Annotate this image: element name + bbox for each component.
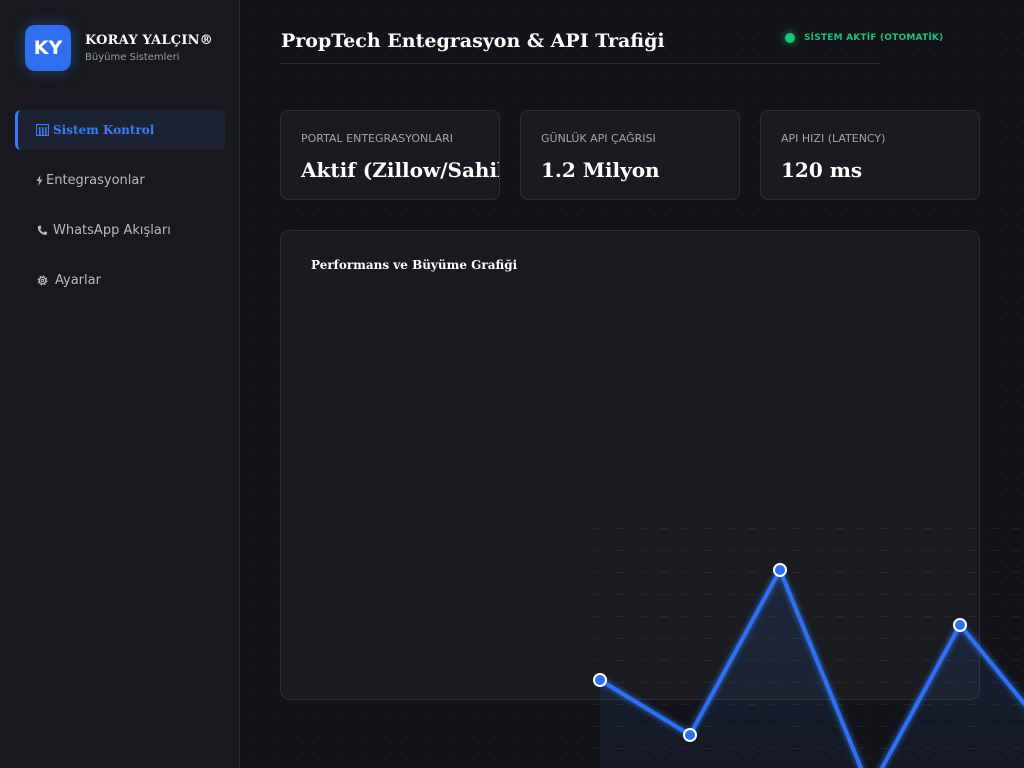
sidebar-item-entegrasyonlar[interactable]: Entegrasyonlar bbox=[15, 160, 225, 200]
sidebar-item-ayarlar[interactable]: Ayarlar bbox=[15, 260, 225, 300]
chart-data-point[interactable] bbox=[683, 728, 697, 742]
stat-value: 120 ms bbox=[781, 158, 863, 182]
system-status: SİSTEM AKTİF (OTOMATİK) bbox=[785, 33, 943, 43]
brand: KY KORAY YALÇIN® Büyüme Sistemleri bbox=[25, 25, 213, 71]
sidebar: KY KORAY YALÇIN® Büyüme Sistemleri Siste… bbox=[0, 0, 240, 768]
chart-title: Performans ve Büyüme Grafiği bbox=[311, 258, 518, 272]
sidebar-item-label: WhatsApp Akışları bbox=[53, 222, 171, 238]
header-divider bbox=[280, 63, 880, 64]
stat-label: GÜNLÜK API ÇAĞRISI bbox=[541, 132, 656, 145]
page-title: PropTech Entegrasyon & API Trafiği bbox=[281, 30, 665, 52]
stat-value: Aktif (Zillow/Sahibinden) bbox=[301, 158, 499, 182]
sidebar-item-sistem-kontrol[interactable]: Sistem Kontrol bbox=[15, 110, 225, 150]
status-text: SİSTEM AKTİF (OTOMATİK) bbox=[804, 33, 944, 43]
app-root: KY KORAY YALÇIN® Büyüme Sistemleri Siste… bbox=[0, 0, 1024, 768]
brand-subtitle: Büyüme Sistemleri bbox=[85, 52, 180, 63]
sidebar-item-whatsapp[interactable]: WhatsApp Akışları bbox=[15, 210, 225, 250]
stat-label: PORTAL ENTEGRASYONLARI bbox=[301, 132, 454, 145]
stat-card-latency: API HIZI (LATENCY) 120 ms bbox=[760, 110, 980, 200]
sidebar-item-label: Sistem Kontrol bbox=[53, 123, 155, 137]
stat-card-api-calls: GÜNLÜK API ÇAĞRISI 1.2 Milyon bbox=[520, 110, 740, 200]
brand-logo: KY bbox=[25, 25, 71, 71]
sidebar-item-label: Ayarlar bbox=[55, 272, 101, 288]
brand-text: KORAY YALÇIN® Büyüme Sistemleri bbox=[85, 33, 213, 63]
stat-card-portal: PORTAL ENTEGRASYONLARI Aktif (Zillow/Sah… bbox=[280, 110, 500, 200]
sidebar-nav: Sistem Kontrol Entegrasyonlar WhatsApp A… bbox=[15, 110, 225, 310]
status-dot-icon bbox=[785, 33, 795, 43]
phone-icon bbox=[35, 223, 49, 237]
stat-value: 1.2 Milyon bbox=[541, 158, 660, 182]
dashboard-grid-icon bbox=[35, 123, 49, 137]
brand-name: KORAY YALÇIN® bbox=[85, 33, 213, 48]
stat-label: API HIZI (LATENCY) bbox=[781, 132, 886, 145]
sidebar-item-label: Entegrasyonlar bbox=[46, 172, 145, 188]
lightning-icon bbox=[35, 173, 43, 187]
chart-panel: Performans ve Büyüme Grafiği bbox=[280, 230, 980, 700]
gear-icon bbox=[35, 273, 49, 287]
